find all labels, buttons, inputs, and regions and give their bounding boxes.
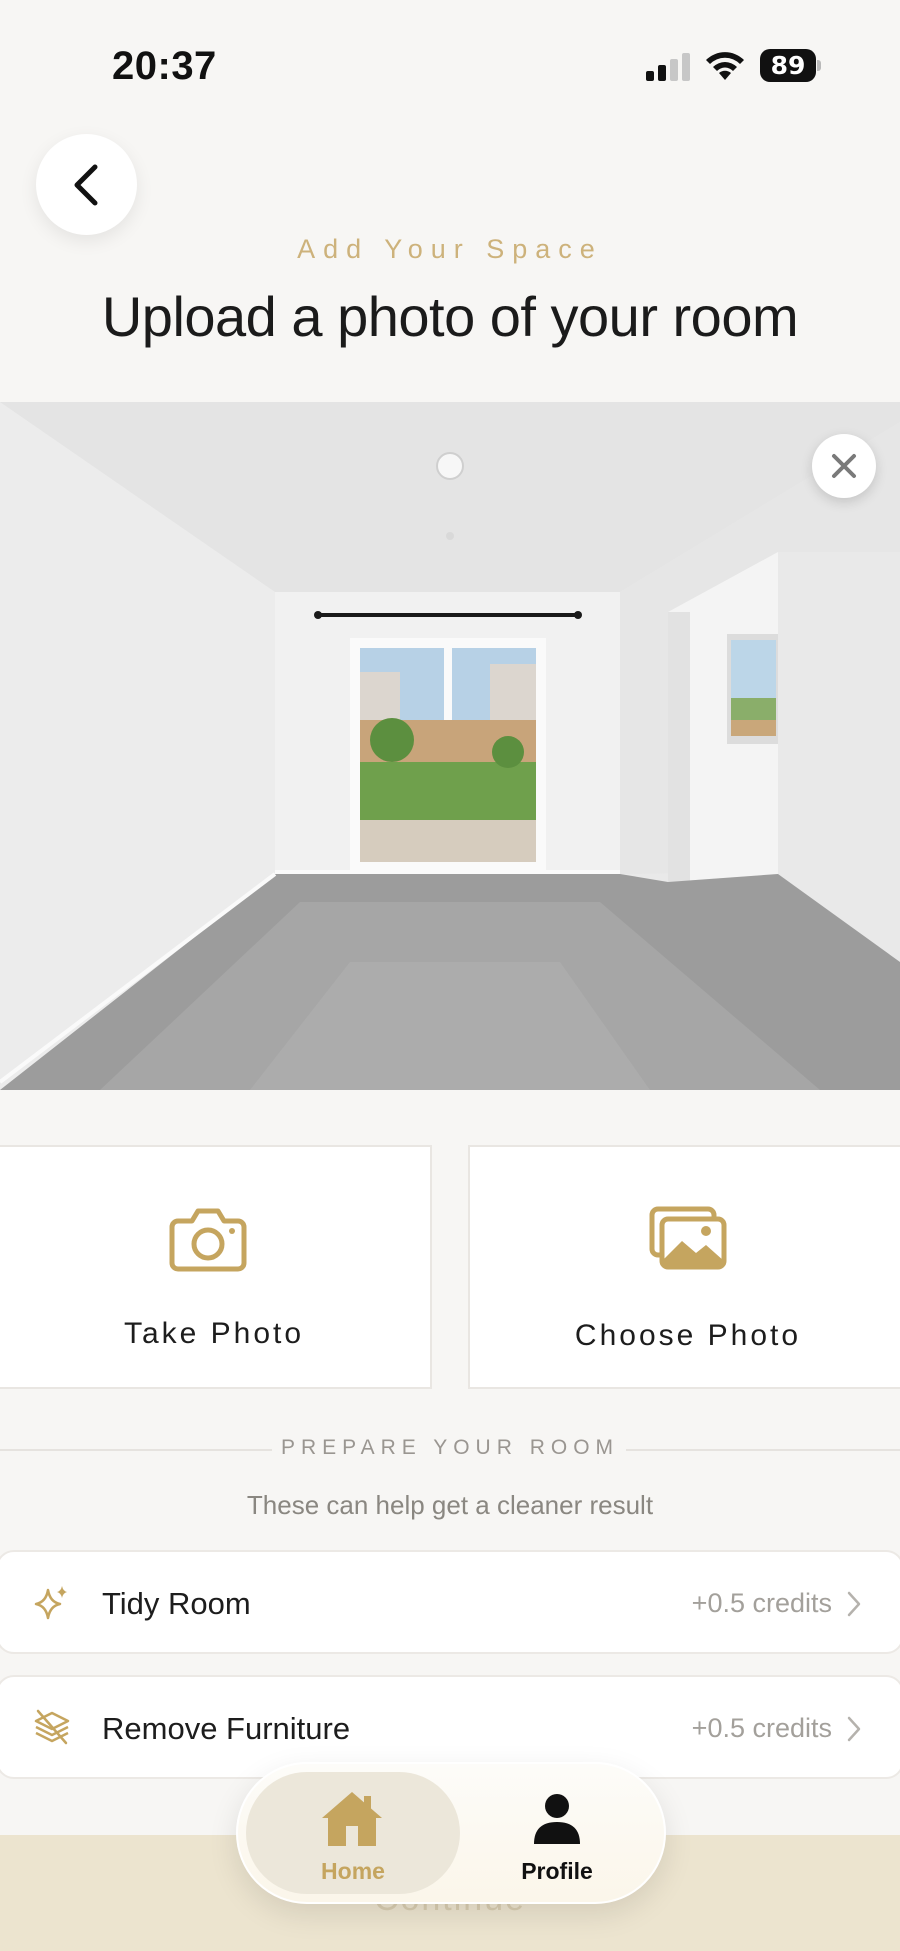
close-icon — [832, 454, 856, 478]
cellular-signal-icon — [646, 53, 690, 81]
chevron-left-icon — [74, 164, 97, 205]
option-credits: +0.5 credits — [691, 1713, 832, 1743]
battery-indicator: 89 — [760, 49, 822, 82]
room-photo — [0, 402, 900, 1090]
home-icon — [322, 1792, 382, 1846]
tab-profile-label: Profile — [521, 1858, 593, 1884]
chevron-right-icon — [847, 1591, 861, 1617]
camera-icon — [169, 1208, 247, 1272]
tab-profile[interactable]: Profile — [450, 1774, 664, 1896]
person-icon — [534, 1794, 580, 1844]
sparkle-icon — [34, 1586, 67, 1620]
option-credits: +0.5 credits — [691, 1588, 832, 1618]
wifi-icon — [706, 52, 744, 80]
prepare-subtext: These can help get a cleaner result — [246, 1490, 654, 1520]
status-time: 20:37 — [112, 44, 217, 88]
section-eyebrow: Add Your Space — [297, 234, 603, 264]
layers-off-icon — [34, 1709, 70, 1745]
choose-photo-label: Choose Photo — [574, 1319, 802, 1352]
back-button[interactable] — [36, 134, 137, 235]
choose-photo-button[interactable]: Choose Photo — [468, 1145, 900, 1389]
battery-level: 89 — [770, 51, 806, 80]
gallery-icon — [649, 1206, 727, 1270]
page-title: Upload a photo of your room — [101, 285, 799, 348]
take-photo-label: Take Photo — [123, 1317, 305, 1350]
prepare-heading: PREPARE YOUR ROOM — [280, 1436, 620, 1459]
take-photo-button[interactable]: Take Photo — [0, 1145, 432, 1389]
option-label: Remove Furniture — [102, 1711, 351, 1746]
remove-photo-button[interactable] — [812, 434, 876, 498]
chevron-right-icon — [847, 1716, 861, 1742]
tab-home-label: Home — [321, 1858, 385, 1884]
option-label: Tidy Room — [102, 1586, 251, 1621]
tab-home[interactable]: Home — [246, 1774, 460, 1896]
option-tidy-room[interactable]: Tidy Room +0.5 credits — [0, 1550, 900, 1654]
tab-bar: Home Profile — [236, 1762, 666, 1904]
